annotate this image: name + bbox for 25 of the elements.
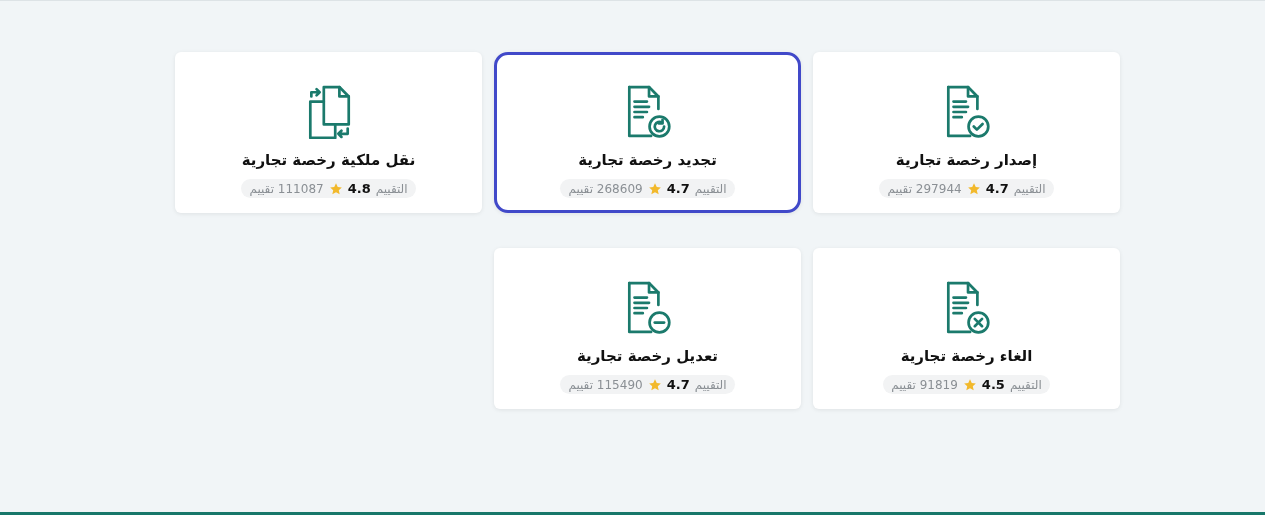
star-icon — [647, 181, 662, 196]
rating-count: 268609 تقييم — [568, 181, 643, 196]
rating-label: التقييم — [694, 377, 727, 392]
rating-label: التقييم — [375, 181, 408, 196]
rating-score: 4.7 — [985, 181, 1009, 196]
rating-score: 4.7 — [666, 181, 690, 196]
service-title: إصدار رخصة تجارية — [895, 151, 1038, 169]
star-icon — [962, 377, 977, 392]
rating-score: 4.5 — [981, 377, 1005, 392]
rating-count: 111087 تقييم — [249, 181, 324, 196]
service-title: نقل ملكية رخصة تجارية — [241, 151, 416, 169]
rating-label: التقييم — [1009, 377, 1042, 392]
rating-label: التقييم — [1013, 181, 1046, 196]
star-icon — [328, 181, 343, 196]
star-icon — [966, 181, 981, 196]
rating-count: 115490 تقييم — [568, 377, 643, 392]
rating-label: التقييم — [694, 181, 727, 196]
rating-score: 4.8 — [347, 181, 371, 196]
service-title: تجديد رخصة تجارية — [578, 151, 717, 169]
rating-score: 4.7 — [666, 377, 690, 392]
star-icon — [647, 377, 662, 392]
rating-count: 91819 تقييم — [891, 377, 958, 392]
service-title: الغاء رخصة تجارية — [900, 347, 1033, 365]
rating-count: 297944 تقييم — [887, 181, 962, 196]
service-title: تعديل رخصة تجارية — [577, 347, 718, 365]
